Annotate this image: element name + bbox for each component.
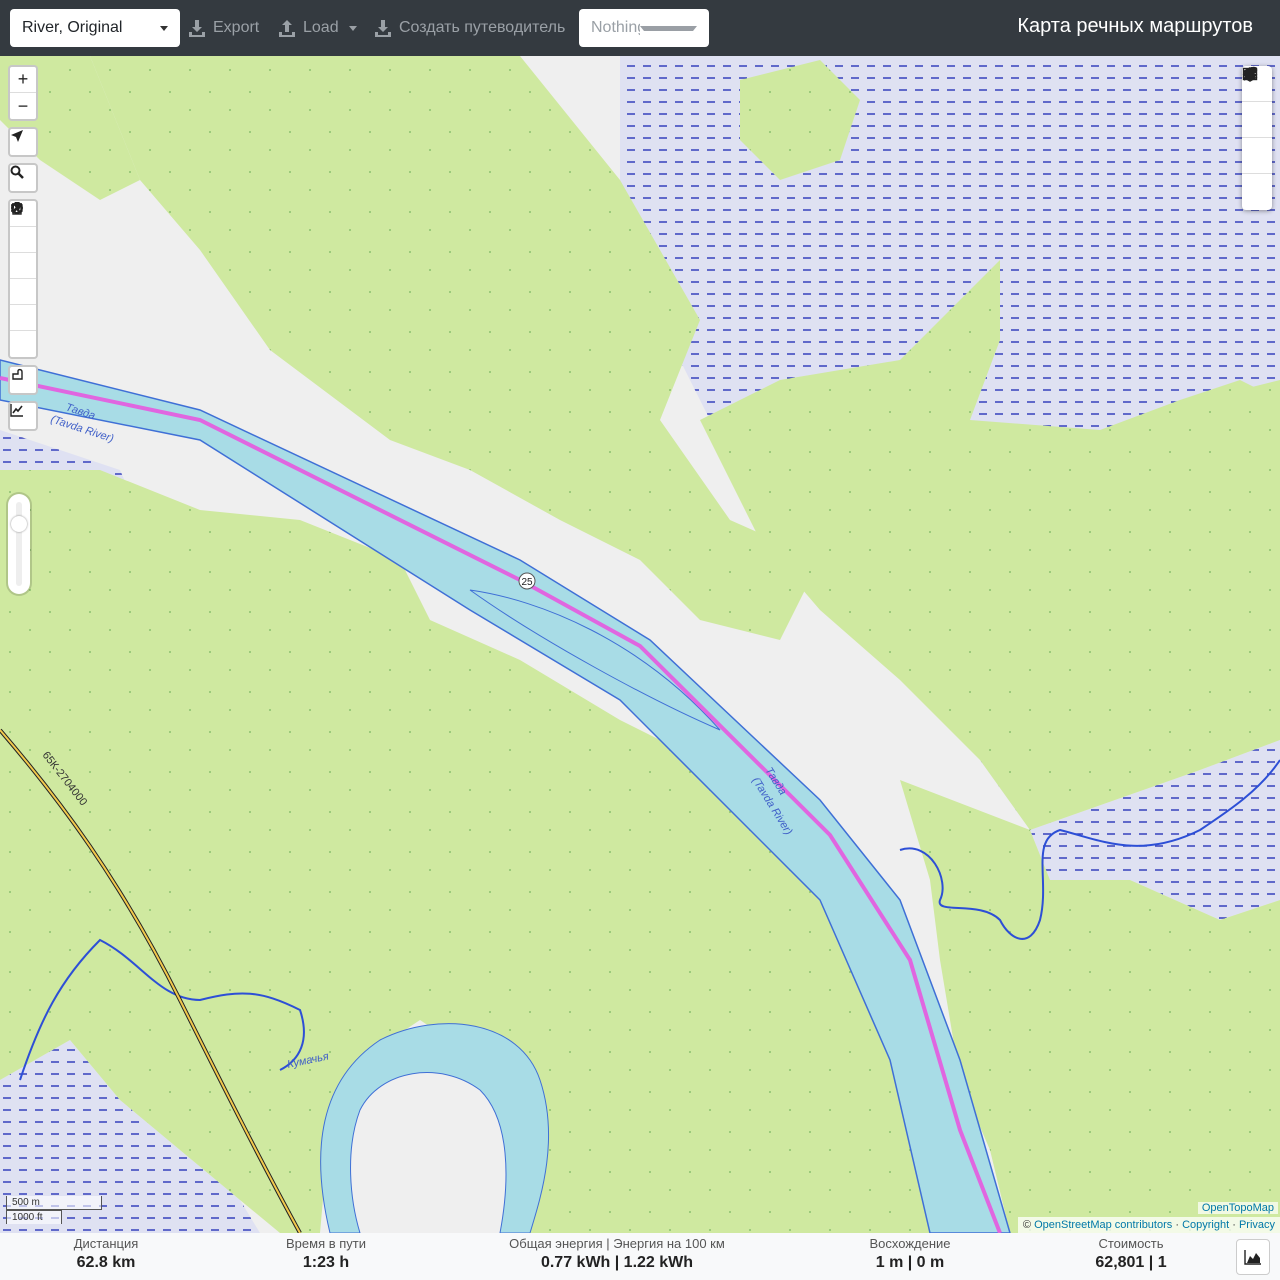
stat-value: 0.77 kWh | 1.22 kWh [540, 1254, 694, 1271]
stat-value: 1 m | 0 m [875, 1254, 945, 1271]
hand-pointer-icon [12, 368, 23, 380]
area-chart-icon [1244, 1250, 1261, 1265]
zoom-out-button[interactable]: − [10, 93, 36, 119]
zoom-in-button[interactable]: + [10, 67, 36, 93]
create-guide-label: Создать путеводитель [399, 19, 566, 36]
stat-energy: Общая энергия | Энергия на 100 км 0.77 k… [502, 1236, 732, 1272]
slider-handle[interactable] [11, 516, 27, 532]
stat-label: Общая энергия | Энергия на 100 км [509, 1236, 725, 1251]
export-label: Export [213, 19, 260, 36]
create-guide-button[interactable]: Создать путеводитель [373, 9, 565, 47]
copyright-link[interactable]: Copyright [1182, 1219, 1229, 1231]
chevron-down-icon [160, 25, 168, 31]
stat-distance: Дистанция 62.8 km [60, 1236, 152, 1272]
draw-toolbar [8, 199, 38, 359]
upload-icon [279, 20, 295, 37]
route-marker-label: 25 [521, 577, 533, 588]
stat-value: 1:23 h [302, 1254, 350, 1271]
search-icon [10, 165, 24, 179]
search-control [8, 163, 38, 193]
locate-control [8, 127, 38, 157]
selection-dropdown-value: Nothing selected [591, 19, 640, 36]
load-button[interactable]: Load [277, 9, 357, 47]
map[interactable]: 25 Тавда (Tavda River) Тавда (Tavda Rive… [0, 56, 1280, 1233]
download-icon [375, 20, 391, 37]
stat-label: Дистанция [73, 1236, 139, 1251]
location-arrow-icon [11, 130, 23, 142]
pie-chart-icon [1244, 67, 1257, 80]
poi-button[interactable] [10, 202, 36, 331]
opacity-slider[interactable] [8, 494, 30, 594]
table-button[interactable] [1242, 67, 1272, 174]
tile-attribution[interactable]: OpenTopoMap [1197, 1202, 1278, 1214]
map-canvas: 25 Тавда (Tavda River) Тавда (Tavda Rive… [0, 56, 1280, 1233]
chevron-down-icon [348, 25, 357, 31]
stat-value: 62.8 km [76, 1254, 136, 1271]
zoom-control: + − [8, 65, 38, 121]
no-go-area-button[interactable] [10, 202, 36, 279]
download-icon [189, 20, 205, 37]
hand-point-button[interactable] [10, 367, 36, 393]
stats-pie-button[interactable] [1242, 67, 1272, 210]
chevron-down-icon [640, 25, 697, 31]
osm-link[interactable]: OpenStreetMap contributors [1034, 1219, 1172, 1231]
stat-label: Время в пути [286, 1236, 366, 1251]
selection-dropdown[interactable]: Nothing selected [579, 9, 709, 47]
scale-metric: 500 m [6, 1196, 102, 1210]
circle-button[interactable] [10, 202, 36, 305]
app-title: Карта речных маршрутов [1017, 15, 1253, 37]
stat-duration: Время в пути 1:23 h [276, 1236, 376, 1272]
elevation-control [8, 401, 38, 431]
right-toolbar [1242, 66, 1272, 210]
route-stats-bar: Дистанция 62.8 km Время в пути 1:23 h Об… [0, 1233, 1280, 1280]
elevation-chart-button[interactable] [1236, 1239, 1270, 1275]
profile-select-value: River, Original [22, 19, 123, 36]
slider-track [16, 502, 22, 586]
attribution: © OpenStreetMap contributors · Copyright… [1017, 1217, 1280, 1233]
reverse-route-button[interactable] [10, 203, 36, 253]
trash-icon [12, 202, 22, 215]
scale-imperial: 1000 ft [6, 1210, 62, 1224]
stat-value: 62,801 | 1 [1095, 1254, 1167, 1271]
settings-button[interactable] [1242, 66, 1272, 138]
stat-cost: Стоимость 62,801 | 1 [1086, 1236, 1176, 1272]
search-button[interactable] [10, 165, 36, 191]
locate-button[interactable] [10, 129, 36, 155]
export-button[interactable]: Export [187, 9, 259, 47]
profile-select[interactable]: River, Original [10, 9, 180, 47]
delete-route-button[interactable] [10, 202, 36, 357]
elevation-button[interactable] [10, 403, 36, 429]
privacy-link[interactable]: Privacy [1239, 1219, 1275, 1231]
scale-bar: 500 m 1000 ft [6, 1196, 102, 1224]
stat-ascent: Восхождение 1 m | 0 m [858, 1236, 962, 1272]
navbar: River, Original Export Load Создать путе… [0, 0, 1280, 56]
stat-label: Стоимость [1098, 1236, 1164, 1251]
load-label: Load [303, 19, 339, 36]
stat-label: Восхождение [869, 1236, 951, 1251]
line-chart-icon [10, 404, 23, 417]
transit-control [8, 365, 38, 395]
